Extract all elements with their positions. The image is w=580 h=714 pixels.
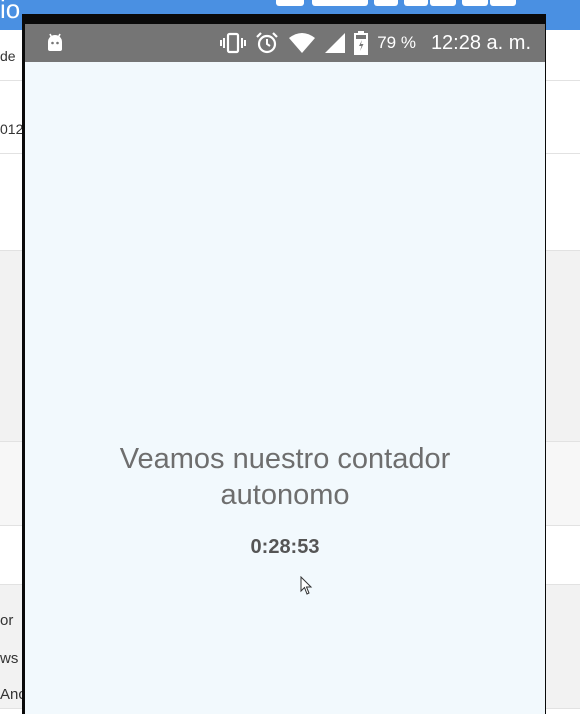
status-icons: 79 % 12:28 a. m. [220, 24, 531, 62]
wifi-icon [289, 33, 316, 53]
row-text: de [0, 48, 16, 64]
counter-message-line1: Veamos nuestro contador [119, 443, 451, 475]
row-text: 012 [0, 121, 24, 137]
mouse-cursor-icon [300, 576, 313, 595]
battery-percent: 79 % [377, 33, 416, 52]
side-text: ws [0, 650, 19, 667]
header-button[interactable] [462, 0, 488, 6]
phone-screen[interactable]: 79 % 12:28 a. m. Veamos nuestro contador… [25, 24, 545, 714]
background-header-title: io [0, 0, 21, 24]
header-button[interactable] [312, 0, 368, 6]
battery-icon [354, 31, 369, 55]
vibrate-icon [220, 32, 247, 54]
counter-message: Veamos nuestro contador autonomo [25, 441, 545, 513]
phone-frame: 79 % 12:28 a. m. Veamos nuestro contador… [22, 14, 546, 714]
header-button[interactable] [404, 0, 428, 6]
android-icon [48, 33, 62, 51]
counter-message-line2: autonomo [220, 479, 350, 511]
header-button[interactable] [490, 0, 516, 6]
signal-icon [325, 33, 346, 53]
header-button[interactable] [276, 0, 304, 6]
status-clock: 12:28 a. m. [430, 31, 531, 54]
counter-timer: 0:28:53 [250, 536, 320, 558]
side-text: or [0, 612, 14, 629]
header-button[interactable] [430, 0, 456, 6]
alarm-icon [256, 32, 278, 54]
status-bar: 79 % 12:28 a. m. [25, 24, 545, 62]
header-button[interactable] [374, 0, 398, 6]
